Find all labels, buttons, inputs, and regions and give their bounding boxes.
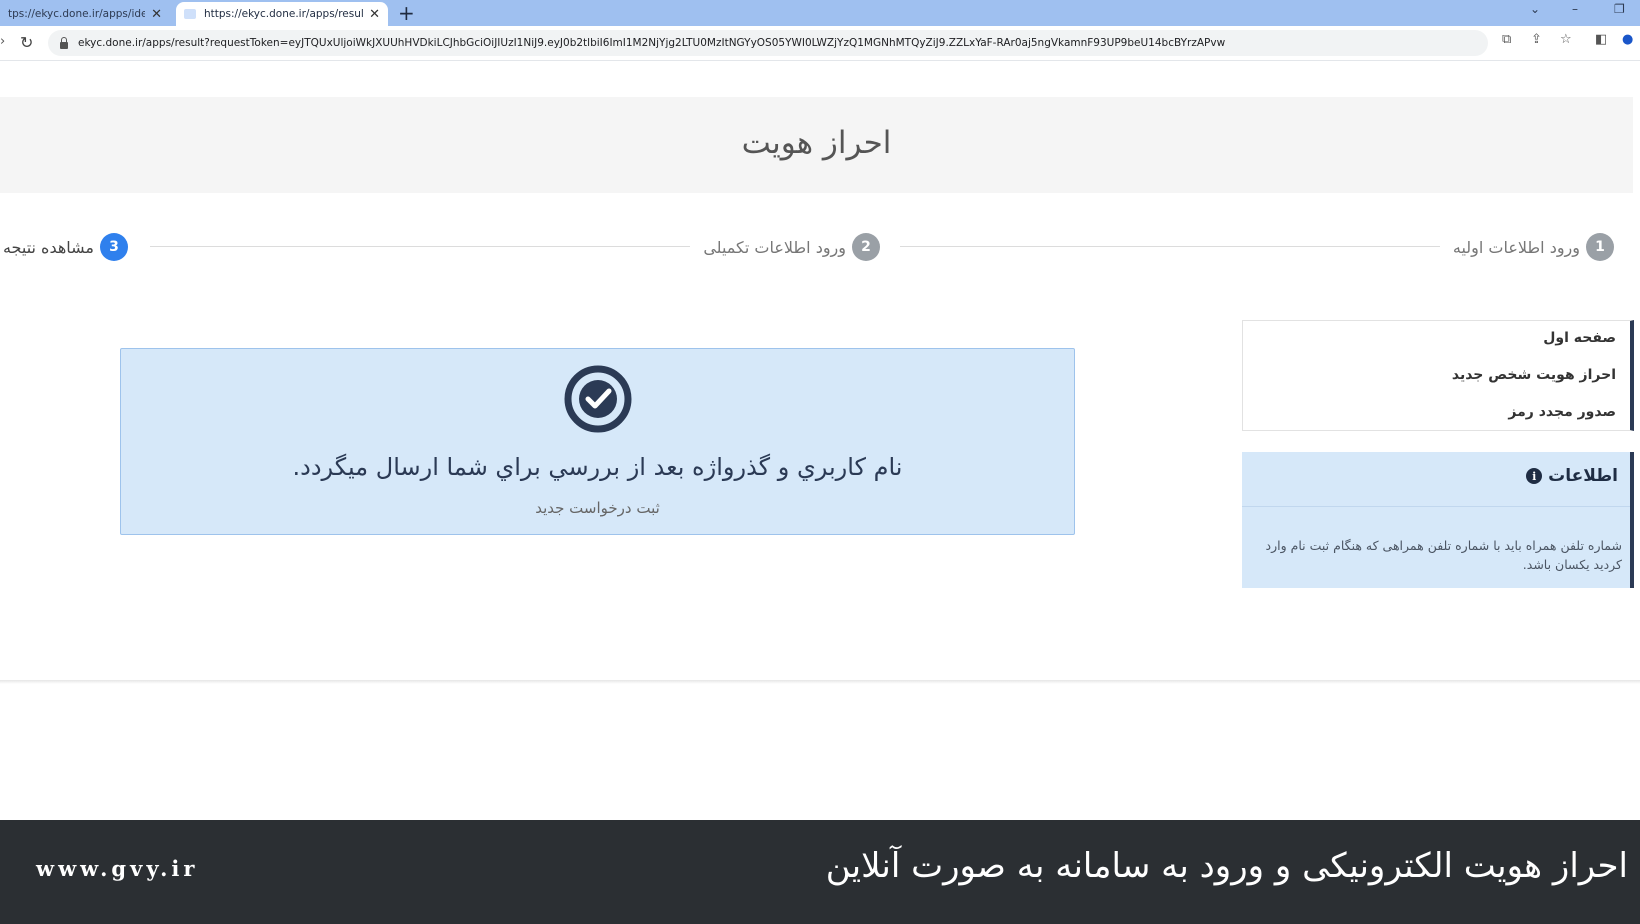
- step-2: 2 ورود اطلاعات تکمیلی: [703, 232, 880, 262]
- browser-tab-strip: tps://ekyc.done.ir/apps/identit ✕ https:…: [0, 0, 1640, 26]
- content-bottom-shadow: [0, 680, 1640, 684]
- new-tab-button[interactable]: +: [398, 1, 415, 25]
- browser-tab-active[interactable]: https://ekyc.done.ir/apps/result? ✕: [176, 2, 388, 26]
- lock-icon[interactable]: [60, 36, 68, 49]
- tab-close-icon[interactable]: ✕: [151, 7, 162, 22]
- address-bar[interactable]: ekyc.done.ir/apps/result?requestToken=ey…: [48, 30, 1488, 56]
- result-message: نام كاربري و گذرواژه بعد از بررسي براي ش…: [292, 453, 903, 481]
- divider: [1242, 506, 1630, 507]
- info-panel-header: اطلاعات i: [1526, 466, 1618, 486]
- check-circle-icon: [564, 365, 632, 433]
- star-icon[interactable]: ☆: [1560, 32, 1572, 47]
- caption-bar: احراز هویت الکترونیکی و ورود به سامانه ب…: [0, 820, 1640, 924]
- tab-search-chevron-icon[interactable]: ⌄: [1530, 2, 1540, 16]
- result-alert: نام كاربري و گذرواژه بعد از بررسي براي ش…: [120, 348, 1075, 535]
- step-label: ورود اطلاعات تکمیلی: [703, 237, 846, 257]
- info-panel-text: شماره تلفن همراه باید با شماره تلفن همرا…: [1265, 538, 1622, 572]
- site-url-watermark: www.gvy.ir: [36, 856, 199, 881]
- stepper-connector: [900, 246, 1440, 247]
- info-panel: اطلاعات i شماره تلفن همراه باید با شماره…: [1242, 452, 1634, 588]
- info-panel-title: اطلاعات: [1548, 466, 1618, 486]
- back-icon[interactable]: ›: [0, 34, 5, 49]
- reload-icon[interactable]: ↻: [20, 33, 33, 52]
- new-request-link[interactable]: ثبت درخواست جدید: [121, 499, 1074, 517]
- info-icon: i: [1526, 468, 1543, 484]
- step-number-badge: 2: [852, 233, 880, 261]
- browser-tab[interactable]: tps://ekyc.done.ir/apps/identit ✕: [0, 2, 170, 26]
- favicon-icon: [184, 9, 196, 19]
- sidebar-menu: صفحه اول احراز هویت شخص جدید صدور مجدد ر…: [1242, 320, 1634, 431]
- share-icon[interactable]: ⇪: [1531, 32, 1542, 47]
- step-3: 3 مشاهده نتیجه: [3, 232, 128, 262]
- step-label: ورود اطلاعات اولیه: [1452, 237, 1580, 257]
- step-label: مشاهده نتیجه: [2, 237, 94, 257]
- page-title: احراز هویت: [741, 125, 892, 161]
- tab-close-icon[interactable]: ✕: [369, 7, 380, 22]
- minimize-icon[interactable]: –: [1572, 2, 1578, 16]
- profile-icon[interactable]: ●: [1622, 32, 1633, 47]
- stepper-connector: [150, 246, 690, 247]
- sidebar-item-reissue-password[interactable]: صدور مجدد رمز: [1508, 404, 1616, 420]
- browser-toolbar: › ↻ ekyc.done.ir/apps/result?requestToke…: [0, 26, 1640, 61]
- caption-text: احراز هویت الکترونیکی و ورود به سامانه ب…: [825, 846, 1628, 886]
- step-1: 1 ورود اطلاعات اولیه: [1453, 232, 1614, 262]
- sidebar-item-new-authentication[interactable]: احراز هویت شخص جدید: [1452, 367, 1616, 383]
- sidepanel-icon[interactable]: ◧: [1595, 32, 1607, 47]
- sidebar-item-home[interactable]: صفحه اول: [1543, 330, 1616, 346]
- tab-title: https://ekyc.done.ir/apps/result?: [204, 8, 364, 20]
- step-number-badge: 3: [100, 233, 128, 261]
- page-header: احراز هویت: [0, 97, 1633, 193]
- tab-title: tps://ekyc.done.ir/apps/identit: [8, 8, 146, 20]
- translate-icon[interactable]: ⧉: [1502, 32, 1511, 47]
- restore-window-icon[interactable]: ❐: [1614, 2, 1625, 16]
- url-text[interactable]: ekyc.done.ir/apps/result?requestToken=ey…: [78, 37, 1225, 49]
- step-number-badge: 1: [1586, 233, 1614, 261]
